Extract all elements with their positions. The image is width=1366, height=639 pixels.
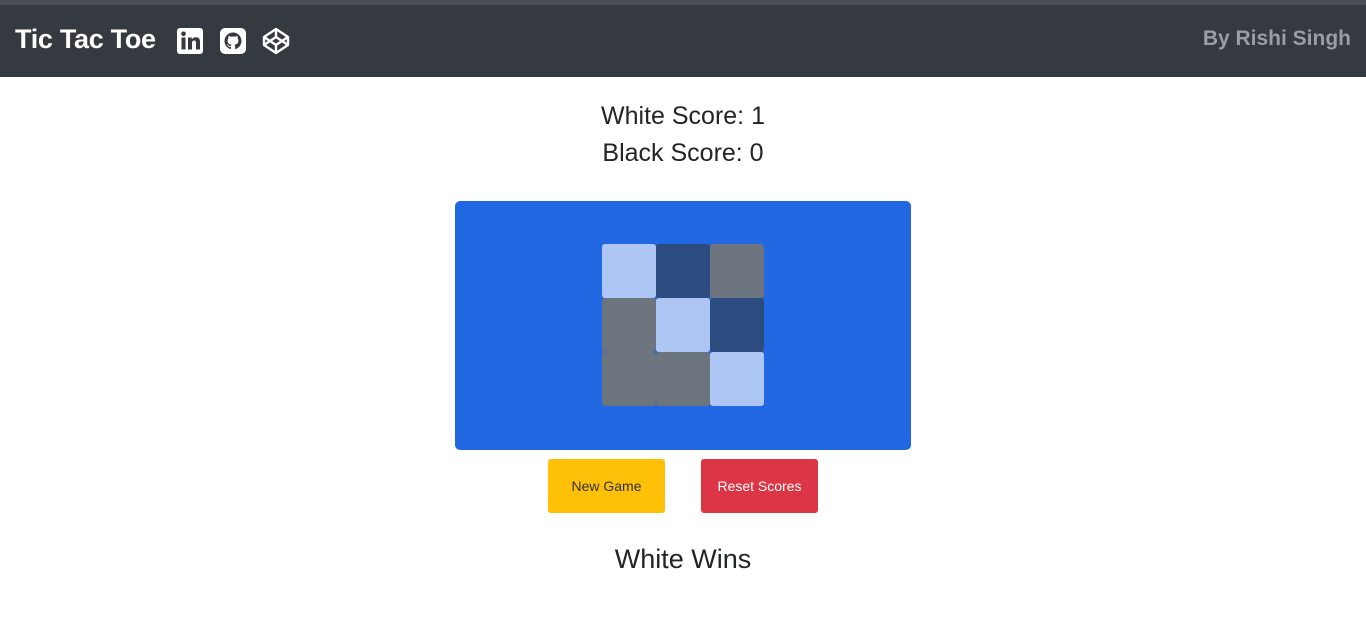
board-cell-0-0[interactable]	[602, 244, 656, 298]
github-icon[interactable]	[218, 26, 248, 56]
author-byline: By Rishi Singh	[1202, 27, 1351, 50]
board-cell-2-1[interactable]	[656, 352, 710, 406]
board-cell-1-1[interactable]	[656, 298, 710, 352]
navbar: Tic Tac Toe By Rishi Singh	[0, 5, 1366, 77]
white-score: White Score: 1	[601, 102, 765, 130]
new-game-button[interactable]: New Game	[548, 459, 665, 513]
reset-scores-button[interactable]: Reset Scores	[701, 459, 818, 513]
game-status: White Wins	[614, 544, 752, 574]
brand-title[interactable]: Tic Tac Toe	[15, 22, 156, 56]
black-score: Black Score: 0	[602, 139, 764, 167]
board-cell-2-0[interactable]	[602, 352, 656, 406]
board-cell-1-0[interactable]	[602, 298, 656, 352]
board-cell-2-2[interactable]	[710, 352, 764, 406]
game-board	[455, 201, 911, 450]
board-cell-1-2[interactable]	[710, 298, 764, 352]
linkedin-icon[interactable]	[175, 26, 205, 56]
codepen-icon[interactable]	[261, 26, 291, 56]
scoreboard: White Score: 1 Black Score: 0	[0, 98, 1366, 172]
board-cell-0-2[interactable]	[710, 244, 764, 298]
board-cell-0-1[interactable]	[656, 244, 710, 298]
